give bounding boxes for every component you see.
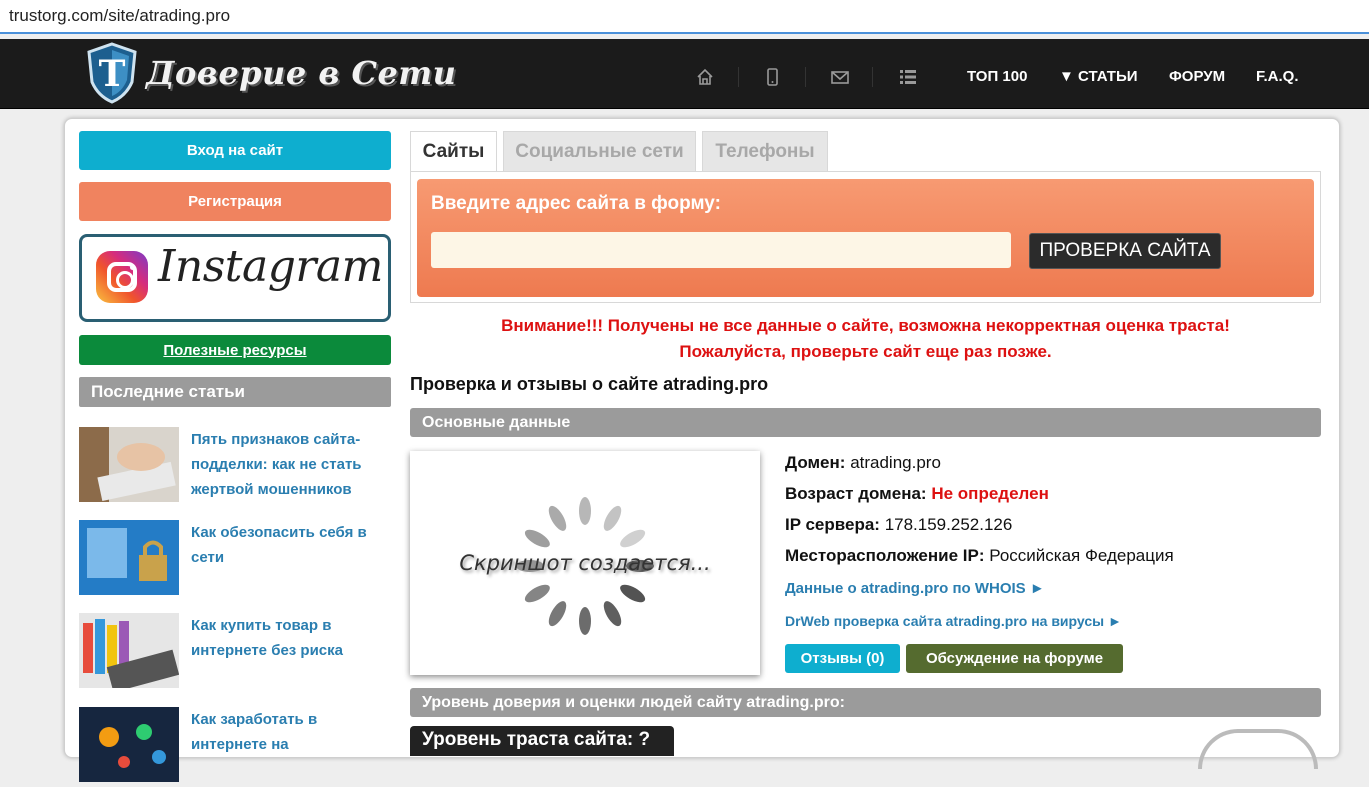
site-logo[interactable]: T Доверие в Сети (86, 42, 456, 104)
spinner-segment (620, 584, 646, 603)
domain-age-row: Возраст домена: Не определен (785, 484, 1049, 504)
server-ip-label: IP сервера: (785, 515, 880, 534)
article-title[interactable]: Пять признаков сайта-подделки: как не ст… (191, 427, 391, 502)
nav-forum[interactable]: ФОРУМ (1169, 68, 1225, 85)
header-separator (805, 67, 806, 87)
logo-text: Доверие в Сети (146, 54, 457, 92)
warning-line-1: Внимание!!! Получены не все данные о сай… (501, 316, 1230, 335)
spinner-segment (603, 601, 622, 627)
spinner-segment (603, 505, 622, 531)
domain-value: atrading.pro (850, 453, 941, 472)
forum-discussion-button[interactable]: Обсуждение на форуме (906, 644, 1123, 673)
login-button[interactable]: Вход на сайт (79, 131, 391, 170)
article-thumbnail[interactable] (79, 613, 179, 688)
spinner-segment (579, 497, 591, 525)
main-panel: Вход на сайт Регистрация Instagram Полез… (64, 118, 1340, 782)
trust-gauge (1198, 729, 1318, 769)
article-item[interactable]: Как заработать в интернете на (79, 707, 391, 787)
server-ip-row: IP сервера: 178.159.252.126 (785, 515, 1012, 535)
article-item[interactable]: Пять признаков сайта-подделки: как не ст… (79, 427, 391, 507)
trust-heading: Уровень доверия и оценки людей сайту atr… (410, 688, 1321, 717)
warning-message: Внимание!!! Получены не все данные о сай… (410, 313, 1321, 365)
spinner-segment (620, 529, 646, 548)
list-icon[interactable] (898, 67, 918, 87)
site-address-input[interactable] (431, 232, 1011, 268)
spinner-segment (524, 584, 550, 603)
tab-social-networks[interactable]: Социальные сети (503, 131, 696, 171)
screenshot-status-text: Скриншот создается... (459, 551, 711, 575)
article-title[interactable]: Как обезопасить себя в сети (191, 520, 391, 570)
article-thumbnail[interactable] (79, 707, 179, 782)
basic-data-heading: Основные данные (410, 408, 1321, 437)
ip-location-row: Месторасположение IP: Российская Федерац… (785, 546, 1174, 566)
header-separator (872, 67, 873, 87)
home-icon[interactable] (695, 67, 715, 87)
ip-location-label: Месторасположение IP: (785, 546, 985, 565)
ip-location-value: Российская Федерация (989, 546, 1174, 565)
form-panel: Введите адрес сайта в форму: ПРОВЕРКА СА… (417, 179, 1314, 297)
logo-letter: T (99, 53, 126, 95)
whois-link[interactable]: Данные о atrading.pro по WHOIS ► (785, 580, 1045, 597)
domain-age-label: Возраст домена: (785, 484, 927, 503)
instagram-icon (96, 251, 148, 303)
article-thumbnail[interactable] (79, 427, 179, 502)
site-screenshot: Скриншот создается... (410, 451, 760, 675)
tab-sites[interactable]: Сайты (410, 131, 497, 172)
spinner-segment (548, 505, 567, 531)
site-check-form: Введите адрес сайта в форму: ПРОВЕРКА СА… (410, 171, 1321, 303)
article-title[interactable]: Как заработать в интернете на (191, 707, 391, 757)
check-site-button[interactable]: ПРОВЕРКА САЙТА (1029, 233, 1221, 269)
header-separator (738, 67, 739, 87)
instagram-label: Instagram (158, 241, 383, 292)
drweb-link[interactable]: DrWeb проверка сайта atrading.pro на вир… (785, 613, 1122, 629)
nav-top100[interactable]: ТОП 100 (967, 68, 1027, 85)
domain-age-value: Не определен (931, 484, 1049, 503)
latest-articles-heading: Последние статьи (79, 377, 391, 407)
trust-level-label: Уровень траста сайта: ? (410, 726, 674, 756)
domain-row: Домен: atrading.pro (785, 453, 941, 473)
shield-logo-icon: T (87, 42, 137, 104)
register-button[interactable]: Регистрация (79, 182, 391, 221)
spinner-segment (579, 607, 591, 635)
url-text[interactable]: trustorg.com/site/atrading.pro (9, 6, 230, 26)
spinner-segment (524, 529, 550, 548)
form-label: Введите адрес сайта в форму: (431, 193, 721, 214)
nav-faq[interactable]: F.A.Q. (1256, 68, 1299, 85)
page-title: Проверка и отзывы о сайте atrading.pro (410, 374, 769, 394)
mail-icon[interactable] (830, 67, 850, 87)
article-title[interactable]: Как купить товар в интернете без риска (191, 613, 391, 663)
article-item[interactable]: Как обезопасить себя в сети (79, 520, 391, 600)
nav-articles[interactable]: ▼ СТАТЬИ (1059, 68, 1138, 85)
server-ip-value: 178.159.252.126 (884, 515, 1013, 534)
address-bar[interactable]: trustorg.com/site/atrading.pro (0, 0, 1369, 34)
warning-line-2: Пожалуйста, проверьте сайт еще раз позже… (679, 342, 1052, 361)
domain-label: Домен: (785, 453, 846, 472)
article-item[interactable]: Как купить товар в интернете без риска (79, 613, 391, 693)
mobile-icon[interactable] (762, 67, 782, 87)
spinner-segment (548, 601, 567, 627)
useful-resources-button[interactable]: Полезные ресурсы (79, 335, 391, 365)
article-thumbnail[interactable] (79, 520, 179, 595)
site-header: T Доверие в Сети ТОП 100 ▼ СТАТЬИ ФОРУМ … (0, 39, 1369, 109)
instagram-banner[interactable]: Instagram (79, 234, 391, 322)
tab-phones[interactable]: Телефоны (702, 131, 828, 171)
reviews-button[interactable]: Отзывы (0) (785, 644, 900, 673)
